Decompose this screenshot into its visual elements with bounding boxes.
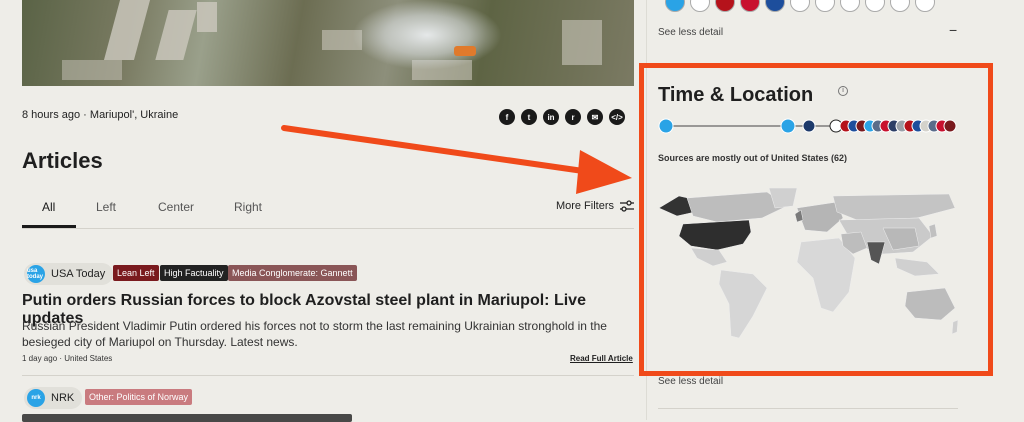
bias-tag[interactable]: Lean Left xyxy=(113,265,159,281)
ownership-tag[interactable]: Other: Politics of Norway xyxy=(85,389,193,405)
article-time: 1 day ago xyxy=(22,354,58,363)
article-summary: Russian President Vladimir Putin ordered… xyxy=(22,319,607,349)
factuality-tag[interactable]: High Factuality xyxy=(160,265,228,281)
source-name: NRK xyxy=(51,392,75,404)
tab-all[interactable]: All xyxy=(42,200,55,214)
sliders-icon xyxy=(620,200,634,212)
more-filters-label: More Filters xyxy=(555,200,614,212)
active-tab-indicator xyxy=(22,225,76,228)
source-logo-icon[interactable] xyxy=(665,0,685,12)
divider xyxy=(658,408,958,409)
meta-time: 8 hours ago xyxy=(22,109,81,121)
source-logo-row xyxy=(665,0,935,12)
usa-today-logo-icon: usa today xyxy=(27,265,45,283)
tab-right[interactable]: Right xyxy=(234,200,262,214)
collapse-icon[interactable]: − xyxy=(949,22,957,38)
see-less-detail-link[interactable]: See less detail xyxy=(658,27,723,38)
highlight-box xyxy=(639,63,993,376)
article-title-truncated[interactable] xyxy=(22,414,352,422)
read-full-article-link[interactable]: Read Full Article xyxy=(570,354,633,363)
source-chip-nrk[interactable]: nrk NRK xyxy=(24,387,83,409)
article-country: United States xyxy=(64,354,113,363)
source-logo-icon[interactable] xyxy=(790,0,810,12)
articles-heading: Articles xyxy=(22,148,103,173)
article-meta-small: 1 day ago · United States xyxy=(22,354,112,363)
meta-separator: · xyxy=(83,109,90,121)
source-logo-icon[interactable] xyxy=(840,0,860,12)
tab-center[interactable]: Center xyxy=(158,200,194,214)
see-less-detail-link[interactable]: See less detail xyxy=(658,376,723,387)
annotation-arrow xyxy=(281,125,632,194)
divider xyxy=(22,375,634,376)
source-name: USA Today xyxy=(51,268,106,280)
more-filters-button[interactable]: More Filters xyxy=(556,200,634,212)
source-logo-icon[interactable] xyxy=(890,0,910,12)
article-meta: 8 hours ago · Mariupol', Ukraine xyxy=(22,109,178,121)
meta-location: Mariupol', Ukraine xyxy=(89,109,179,121)
tab-left[interactable]: Left xyxy=(96,200,116,214)
source-logo-icon[interactable] xyxy=(740,0,760,12)
nrk-logo-icon: nrk xyxy=(27,389,45,407)
source-logo-icon[interactable] xyxy=(865,0,885,12)
source-logo-icon[interactable] xyxy=(690,0,710,12)
source-logo-icon[interactable] xyxy=(715,0,735,12)
source-logo-icon[interactable] xyxy=(915,0,935,12)
source-chip-usa-today[interactable]: usa today USA Today xyxy=(24,263,114,285)
hero-image xyxy=(22,0,634,86)
source-logo-icon[interactable] xyxy=(815,0,835,12)
source-logo-icon[interactable] xyxy=(765,0,785,12)
ownership-tag[interactable]: Media Conglomerate: Gannett xyxy=(228,265,357,281)
